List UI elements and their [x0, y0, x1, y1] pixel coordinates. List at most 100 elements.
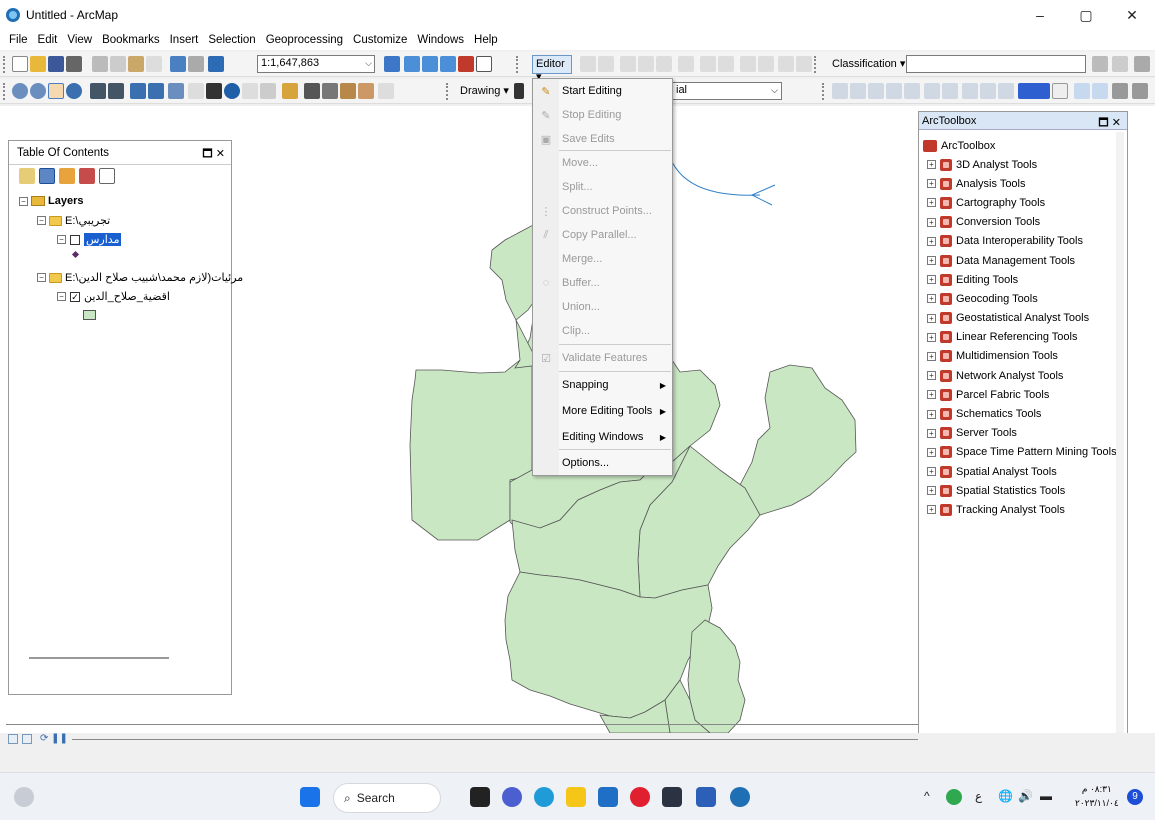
identify-icon[interactable]	[224, 83, 240, 99]
find-route-icon[interactable]	[322, 83, 338, 99]
classification-menu[interactable]: Classification ▾	[832, 57, 905, 70]
hyperlink-icon[interactable]	[242, 83, 258, 99]
python-window-icon[interactable]	[476, 56, 492, 72]
find-icon[interactable]	[304, 83, 320, 99]
layer-districts[interactable]: − ✓ اقضية_صلاح_الدين	[57, 290, 170, 303]
classify-icon[interactable]	[1092, 56, 1108, 72]
add-data-icon[interactable]	[208, 56, 224, 72]
chart-icon[interactable]	[1112, 56, 1128, 72]
task-view-icon[interactable]	[470, 787, 490, 807]
expand-icon[interactable]: +	[927, 217, 936, 227]
zoom-in-icon[interactable]	[12, 83, 28, 99]
mail-icon[interactable]	[598, 787, 618, 807]
expand-icon[interactable]: +	[927, 332, 936, 342]
editor-toolbar-icon[interactable]	[384, 56, 400, 72]
map-scrollbar[interactable]	[6, 724, 918, 725]
taskbar-search[interactable]: ⌕ Search	[333, 783, 441, 813]
map-scale-input[interactable]: 1:1,647,863 ⌵	[257, 55, 375, 73]
expand-icon[interactable]: +	[927, 351, 936, 361]
expand-icon[interactable]: +	[927, 179, 936, 189]
print-icon[interactable]	[66, 56, 82, 72]
go-back-icon[interactable]	[130, 83, 146, 99]
editor-menu-item[interactable]: Options...	[533, 452, 672, 474]
draw-select-icon[interactable]	[514, 83, 524, 99]
editor-menu-item[interactable]: Snapping ▶	[533, 374, 672, 396]
arctoolbox-icon[interactable]	[458, 56, 474, 72]
expand-icon[interactable]: +	[927, 256, 936, 266]
expand-icon[interactable]: +	[927, 447, 936, 457]
layer-visibility-checkbox[interactable]: ✓	[70, 291, 80, 302]
taskbar-clock[interactable]: ٠٨:٣١ م ٢٠٢٣/١١/٠٤	[1075, 782, 1119, 810]
open-folder-icon[interactable]	[30, 56, 46, 72]
search-window-icon[interactable]	[440, 56, 456, 72]
cut-icon[interactable]	[92, 56, 108, 72]
classification-dropdown[interactable]	[906, 55, 1086, 73]
collapse-icon[interactable]: −	[37, 216, 46, 225]
clear-selection-icon[interactable]	[188, 83, 204, 99]
toolbox-item[interactable]: + Server Tools	[919, 424, 1127, 443]
edge-browser-icon[interactable]	[534, 787, 554, 807]
toolbox-item[interactable]: + Analysis Tools	[919, 174, 1127, 193]
toolbox-item[interactable]: + Tracking Analyst Tools	[919, 500, 1127, 519]
expand-icon[interactable]: +	[927, 505, 936, 515]
save-icon[interactable]	[48, 56, 64, 72]
menu-windows[interactable]: Windows	[412, 34, 469, 46]
undo-icon[interactable]	[170, 56, 186, 72]
editor-menu-item[interactable]: More Editing Tools ▶	[533, 400, 672, 422]
catalog-icon[interactable]	[422, 56, 438, 72]
collapse-icon[interactable]: −	[57, 292, 66, 301]
store-icon[interactable]	[662, 787, 682, 807]
arcmap-taskbar-icon[interactable]	[730, 787, 750, 807]
paste-icon[interactable]	[128, 56, 144, 72]
toolbar-grip[interactable]	[822, 83, 826, 100]
close-button[interactable]: ✕	[1109, 0, 1155, 30]
list-by-selection-icon[interactable]	[79, 168, 95, 184]
full-extent-icon[interactable]	[66, 83, 82, 99]
expand-icon[interactable]: +	[927, 294, 936, 304]
layers-dataframe[interactable]: − Layers	[19, 195, 83, 207]
selection-tool-icon[interactable]	[1134, 56, 1150, 72]
editor-menu-button[interactable]: Editor ▾	[532, 55, 572, 83]
editor-menu-item[interactable]: Editing Windows ▶	[533, 426, 672, 448]
expand-icon[interactable]: +	[927, 236, 936, 246]
menu-file[interactable]: File	[4, 34, 33, 46]
expand-icon[interactable]: +	[927, 486, 936, 496]
list-by-source-icon[interactable]	[39, 168, 55, 184]
font-dropdown[interactable]: ial ⌵	[672, 82, 782, 100]
color-swatch[interactable]	[1018, 83, 1050, 99]
toolbar-grip[interactable]	[814, 56, 818, 73]
toolbox-item[interactable]: + Editing Tools	[919, 270, 1127, 289]
toolbox-item[interactable]: + Geostatistical Analyst Tools	[919, 309, 1127, 328]
arctoolbox-panel-controls[interactable]: 🗖 ✕	[1098, 114, 1121, 133]
layer-districts-label[interactable]: اقضية_صلاح_الدين	[84, 290, 170, 303]
toolbar-grip[interactable]	[516, 56, 520, 73]
time-slider-icon[interactable]	[358, 83, 374, 99]
group-layer-2[interactable]: − E:\مرئيات(لازم محمد\شبيب صلاح الدين	[37, 271, 243, 284]
battery-icon[interactable]: ▬	[1040, 789, 1052, 803]
select-features-icon[interactable]	[168, 83, 184, 99]
toolbar-grip[interactable]	[446, 83, 450, 100]
volume-icon[interactable]: 🔊	[1018, 789, 1033, 803]
expand-icon[interactable]: +	[927, 371, 936, 381]
toc-panel-controls[interactable]: 🗖 ✕	[202, 145, 225, 164]
pan-icon[interactable]	[48, 83, 64, 99]
list-by-visibility-icon[interactable]	[59, 168, 75, 184]
expand-icon[interactable]: +	[927, 390, 936, 400]
layer-schools[interactable]: − مدارس	[57, 233, 122, 246]
windows-start-icon[interactable]	[300, 787, 320, 807]
expand-icon[interactable]: +	[927, 428, 936, 438]
toolbox-item[interactable]: + Linear Referencing Tools	[919, 328, 1127, 347]
expand-icon[interactable]: +	[927, 409, 936, 419]
toolbox-item[interactable]: + Geocoding Tools	[919, 289, 1127, 308]
select-elements-icon[interactable]	[206, 83, 222, 99]
fixed-zoom-out-icon[interactable]	[108, 83, 124, 99]
collapse-icon[interactable]: −	[19, 196, 28, 206]
go-forward-icon[interactable]	[148, 83, 164, 99]
data-view-icon[interactable]	[8, 734, 18, 744]
group-layer-1[interactable]: − E:\تجريبي	[37, 214, 110, 227]
refresh-icon[interactable]: ⟳ ❚❚	[40, 733, 68, 744]
toolbox-root[interactable]: ArcToolbox	[919, 136, 1127, 155]
go-to-xy-icon[interactable]	[340, 83, 356, 99]
word-icon[interactable]	[696, 787, 716, 807]
table-of-contents-icon[interactable]	[404, 56, 420, 72]
